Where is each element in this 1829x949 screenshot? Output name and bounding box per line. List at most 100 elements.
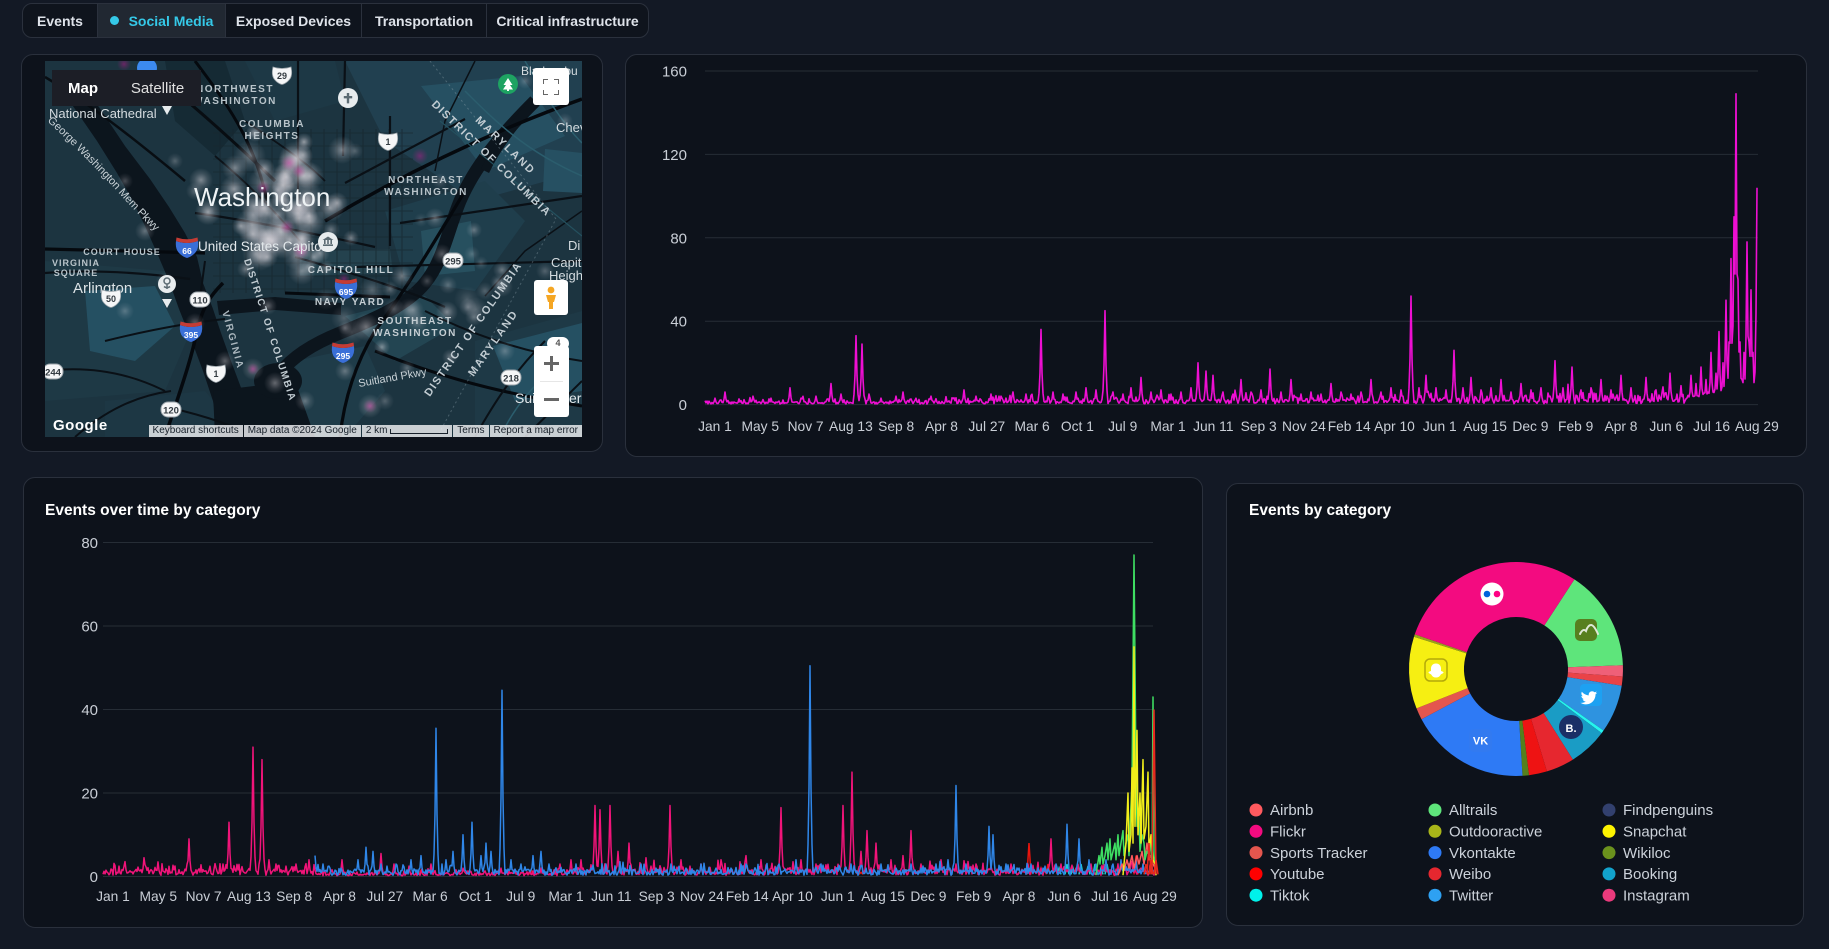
svg-text:NAVY YARD: NAVY YARD <box>315 297 385 308</box>
svg-text:Aug 13: Aug 13 <box>227 889 271 904</box>
svg-text:NORTHEAST: NORTHEAST <box>388 175 464 186</box>
svg-text:395: 395 <box>184 330 198 340</box>
svg-text:Nov 24: Nov 24 <box>680 889 724 904</box>
svg-text:Sep 3: Sep 3 <box>639 889 675 904</box>
svg-text:Jan 1: Jan 1 <box>96 889 130 904</box>
svg-text:Nov 7: Nov 7 <box>788 419 824 434</box>
svg-text:60: 60 <box>81 619 98 636</box>
svg-text:Feb 9: Feb 9 <box>956 889 992 904</box>
svg-text:Flickr: Flickr <box>1270 824 1306 841</box>
svg-text:COURT HOUSE: COURT HOUSE <box>83 247 161 257</box>
svg-text:29: 29 <box>277 71 287 81</box>
svg-text:Feb 9: Feb 9 <box>1558 419 1594 434</box>
svg-text:er: er <box>569 390 582 406</box>
svg-text:Jul 16: Jul 16 <box>1693 419 1730 434</box>
svg-text:Oct 1: Oct 1 <box>1061 419 1094 434</box>
svg-text:Jul 9: Jul 9 <box>1108 419 1137 434</box>
svg-text:WASHINGTON: WASHINGTON <box>193 96 277 107</box>
svg-text:Sep 8: Sep 8 <box>878 419 914 434</box>
svg-text:Feb 14: Feb 14 <box>1328 419 1371 434</box>
svg-text:WASHINGTON: WASHINGTON <box>384 187 468 198</box>
svg-text:Weibo: Weibo <box>1449 866 1491 883</box>
svg-text:Findpenguins: Findpenguins <box>1623 802 1713 819</box>
svg-text:Oct 1: Oct 1 <box>459 889 492 904</box>
svg-text:Apr 8: Apr 8 <box>925 419 958 434</box>
svg-text:United States Capitol: United States Capitol <box>198 239 325 254</box>
svg-text:Jul 16: Jul 16 <box>1091 889 1128 904</box>
svg-text:Jun 6: Jun 6 <box>1047 889 1081 904</box>
svg-text:0: 0 <box>679 397 687 414</box>
svg-text:B.: B. <box>1566 723 1577 735</box>
svg-text:Nov 7: Nov 7 <box>186 889 222 904</box>
svg-text:40: 40 <box>670 314 687 331</box>
svg-text:Apr 8: Apr 8 <box>1003 889 1036 904</box>
svg-text:Aug 15: Aug 15 <box>861 889 905 904</box>
svg-text:Instagram: Instagram <box>1623 887 1690 904</box>
svg-text:120: 120 <box>163 406 179 417</box>
svg-text:Aug 29: Aug 29 <box>1133 889 1177 904</box>
svg-text:695: 695 <box>339 287 353 297</box>
svg-text:Aug 29: Aug 29 <box>1735 419 1779 434</box>
svg-text:0: 0 <box>90 869 98 886</box>
svg-text:120: 120 <box>662 147 687 164</box>
svg-text:May 5: May 5 <box>140 889 178 904</box>
svg-text:66: 66 <box>182 246 192 256</box>
svg-text:80: 80 <box>670 230 687 247</box>
svg-text:295: 295 <box>336 351 350 361</box>
svg-text:50: 50 <box>106 294 116 304</box>
svg-text:Jun 11: Jun 11 <box>591 889 631 904</box>
svg-text:218: 218 <box>503 374 519 385</box>
svg-text:Jun 11: Jun 11 <box>1193 419 1233 434</box>
svg-text:Alltrails: Alltrails <box>1449 802 1497 819</box>
svg-text:Feb 14: Feb 14 <box>726 889 769 904</box>
svg-text:Apr 8: Apr 8 <box>1605 419 1638 434</box>
svg-text:Jul 27: Jul 27 <box>366 889 403 904</box>
svg-text:Dec 9: Dec 9 <box>910 889 946 904</box>
svg-text:Washington: Washington <box>194 182 330 212</box>
svg-text:Outdooractive: Outdooractive <box>1449 824 1542 841</box>
svg-text:Aug 13: Aug 13 <box>829 419 873 434</box>
svg-text:SQUARE: SQUARE <box>54 268 99 278</box>
svg-text:Apr 8: Apr 8 <box>323 889 356 904</box>
svg-text:Mar 6: Mar 6 <box>1014 419 1050 434</box>
svg-text:Jun 1: Jun 1 <box>1423 419 1457 434</box>
svg-text:VK: VK <box>1473 736 1488 748</box>
svg-text:Sports Tracker: Sports Tracker <box>1270 845 1368 862</box>
svg-text:110: 110 <box>192 296 207 307</box>
svg-text:COLUMBIA: COLUMBIA <box>239 119 305 130</box>
svg-text:40: 40 <box>81 702 98 719</box>
svg-text:Jun 1: Jun 1 <box>821 889 855 904</box>
svg-text:Apr 10: Apr 10 <box>1374 419 1415 434</box>
svg-text:Jan 1: Jan 1 <box>698 419 732 434</box>
svg-text:1: 1 <box>213 369 218 379</box>
svg-text:295: 295 <box>445 257 462 268</box>
svg-text:Mar 1: Mar 1 <box>548 889 583 904</box>
svg-text:Booking: Booking <box>1623 866 1677 883</box>
svg-text:Sep 8: Sep 8 <box>276 889 312 904</box>
svg-text:National Cathedral: National Cathedral <box>49 106 157 121</box>
svg-text:Jul 27: Jul 27 <box>968 419 1005 434</box>
svg-text:WASHINGTON: WASHINGTON <box>373 328 457 339</box>
svg-text:NORTHWEST: NORTHWEST <box>196 84 274 95</box>
svg-text:Tiktok: Tiktok <box>1270 887 1310 904</box>
svg-text:Twitter: Twitter <box>1449 887 1493 904</box>
svg-text:Snapchat: Snapchat <box>1623 824 1687 841</box>
svg-text:Aug 15: Aug 15 <box>1463 419 1507 434</box>
svg-text:Nov 24: Nov 24 <box>1282 419 1326 434</box>
svg-text:20: 20 <box>81 786 98 803</box>
svg-text:SOUTHEAST: SOUTHEAST <box>377 316 452 327</box>
svg-text:Jul 9: Jul 9 <box>506 889 535 904</box>
svg-text:Airbnb: Airbnb <box>1270 802 1313 819</box>
svg-text:Vkontakte: Vkontakte <box>1449 845 1516 862</box>
svg-text:Cheve: Cheve <box>556 120 582 135</box>
svg-text:VIRGINIA: VIRGINIA <box>52 258 100 268</box>
svg-text:May 5: May 5 <box>742 419 780 434</box>
svg-text:Youtube: Youtube <box>1270 866 1325 883</box>
svg-text:244: 244 <box>45 368 62 379</box>
svg-text:Mar 1: Mar 1 <box>1150 419 1185 434</box>
svg-text:Wikiloc: Wikiloc <box>1623 845 1671 862</box>
svg-text:Apr 10: Apr 10 <box>772 889 813 904</box>
svg-text:Di: Di <box>568 238 580 253</box>
svg-text:160: 160 <box>662 64 687 81</box>
svg-text:Mar 6: Mar 6 <box>412 889 448 904</box>
